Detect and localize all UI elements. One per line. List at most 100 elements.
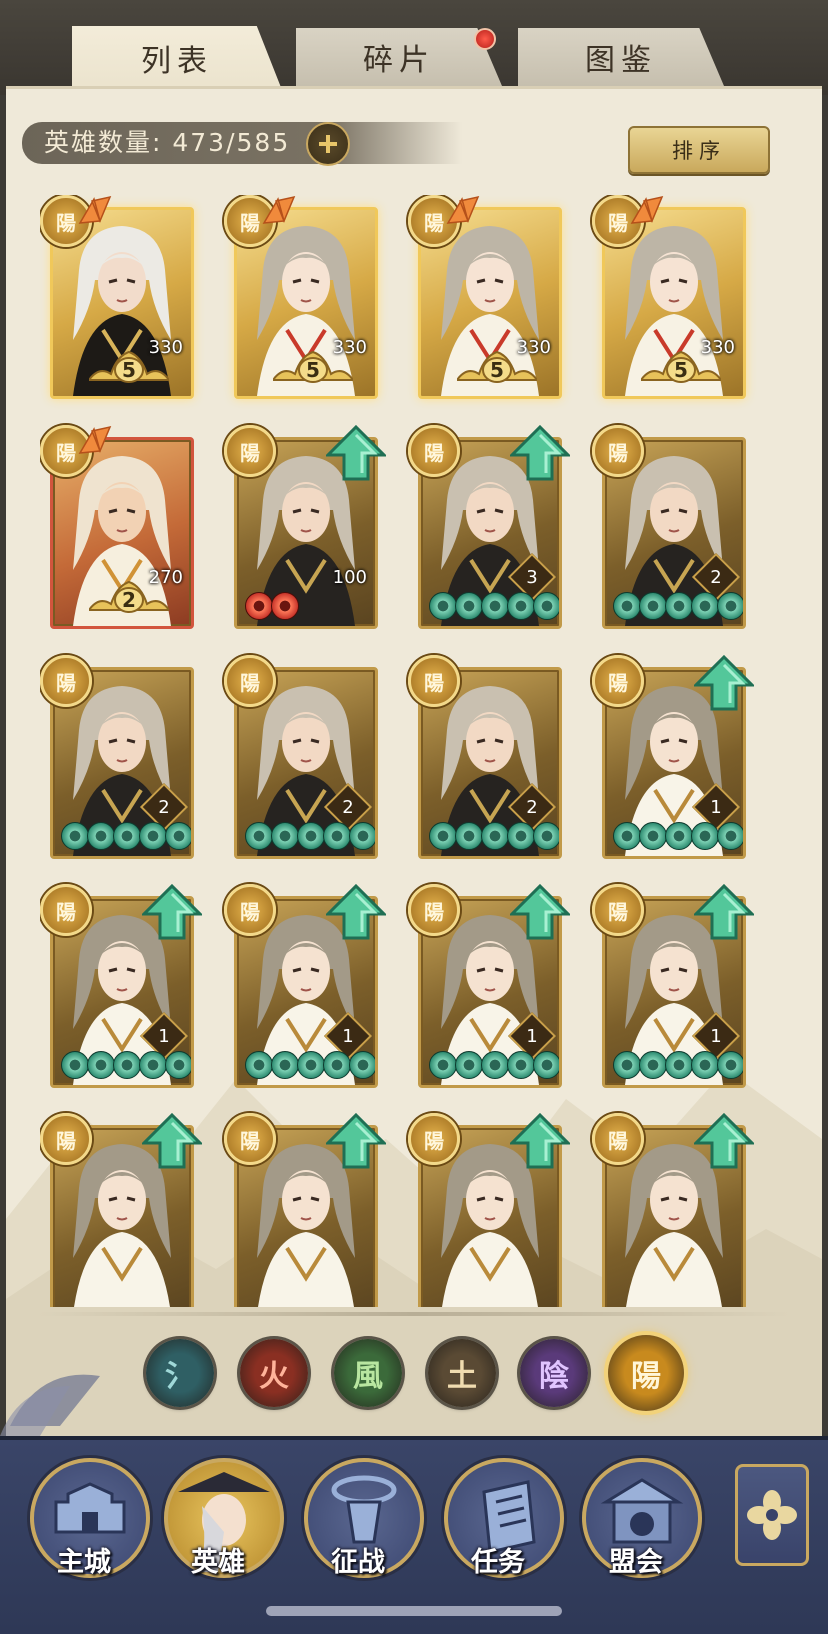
fan-decoration-icon — [0, 1374, 100, 1436]
coin-icon — [533, 592, 559, 620]
hero-card[interactable]: 1陽 — [408, 884, 570, 1088]
star-count: 5 — [674, 358, 688, 382]
yang-element-badge: 陽 — [592, 655, 644, 707]
yang-element-badge: 陽 — [408, 655, 460, 707]
hero-card[interactable]: 5 330 陽 — [224, 195, 378, 399]
rank-number: 2 — [342, 796, 354, 818]
sort-button[interactable]: 排序 — [628, 126, 770, 174]
hero-card[interactable]: 2陽 — [224, 655, 378, 859]
coin-icon — [691, 592, 719, 620]
coin-icon — [639, 1051, 667, 1079]
coin-icon — [139, 822, 167, 850]
rank-number: 1 — [342, 1025, 354, 1047]
coin-icon — [613, 822, 641, 850]
nav-label: 盟会 — [609, 1547, 663, 1578]
hero-card[interactable]: 5 330 陽 — [40, 195, 194, 399]
coin-icon — [271, 822, 299, 850]
star-count: 5 — [122, 358, 136, 382]
awaken-coins — [613, 822, 743, 850]
awaken-coins — [613, 1051, 743, 1079]
yang-element-badge: 陽 — [592, 1113, 644, 1165]
hero-card[interactable]: 1陽 — [592, 655, 754, 859]
coin-icon — [349, 1051, 375, 1079]
rank-number: 1 — [158, 1025, 170, 1047]
coin-icon — [717, 592, 743, 620]
nav-label: 英雄 — [191, 1547, 245, 1578]
coin-icon — [455, 822, 483, 850]
coin-icon — [533, 1051, 559, 1079]
coin-icon — [613, 592, 641, 620]
filter-wind-button[interactable]: 風 — [334, 1339, 402, 1407]
hero-level: 330 — [148, 337, 183, 358]
coin-icon — [455, 1051, 483, 1079]
yang-element-badge: 陽 — [40, 884, 92, 936]
coin-icon — [245, 822, 273, 850]
yang-element-badge: 陽 — [408, 884, 460, 936]
coin-icon — [297, 822, 325, 850]
menu-flower-icon[interactable] — [735, 1464, 809, 1566]
awaken-coins — [429, 822, 559, 850]
tab-codex-label: 图鉴 — [585, 43, 657, 78]
nav-label: 主城 — [57, 1547, 111, 1578]
yang-element-badge: 陽 — [40, 1113, 92, 1165]
hero-card[interactable]: 1陽 — [40, 884, 202, 1088]
hero-card[interactable]: 1陽 — [224, 884, 386, 1088]
yang-element-badge: 陽 — [408, 1113, 460, 1165]
coin-icon — [481, 1051, 509, 1079]
hero-card[interactable]: 陽 — [408, 1113, 570, 1307]
awaken-coins — [429, 1051, 559, 1079]
coin-icon — [87, 822, 115, 850]
hero-card[interactable]: 2 270 陽 — [40, 425, 194, 629]
awaken-coins — [613, 592, 743, 620]
filter-water-button[interactable]: 氵 — [146, 1339, 214, 1407]
hero-card[interactable]: 5 330 陽 — [592, 195, 746, 399]
notification-dot — [474, 28, 496, 50]
hero-card[interactable]: 2陽 — [40, 655, 194, 859]
awaken-coins — [61, 822, 191, 850]
coin-icon — [533, 822, 559, 850]
tab-fragments-label: 碎片 — [363, 43, 435, 78]
coin-icon — [429, 1051, 457, 1079]
filter-fire-button[interactable]: 火 — [240, 1339, 308, 1407]
filter-yang-button[interactable]: 陽 — [608, 1335, 684, 1411]
hero-card[interactable]: 3陽 — [408, 425, 570, 629]
filter-earth-button[interactable]: 土 — [428, 1339, 496, 1407]
rank-number: 2 — [526, 796, 538, 818]
hero-card[interactable]: 陽 — [592, 1113, 754, 1307]
coin-icon — [481, 592, 509, 620]
hero-card[interactable]: 2陽 — [592, 425, 746, 629]
tab-codex[interactable]: 图鉴 — [518, 28, 724, 86]
hero-card[interactable]: 100 陽 — [224, 425, 386, 629]
coin-icon — [665, 1051, 693, 1079]
sort-button-label: 排序 — [672, 139, 726, 163]
hero-level: 100 — [332, 567, 367, 588]
coin-icon — [61, 1051, 89, 1079]
plus-icon[interactable] — [306, 122, 350, 166]
hero-card[interactable]: 1陽 — [592, 884, 754, 1088]
hero-card[interactable]: 陽 — [40, 1113, 202, 1307]
coin-icon — [691, 822, 719, 850]
coin-icon — [245, 1051, 273, 1079]
yang-element-badge: 陽 — [592, 884, 644, 936]
coin-icon — [481, 822, 509, 850]
tab-fragments[interactable]: 碎片 — [296, 28, 502, 86]
coin-icon — [507, 1051, 535, 1079]
awaken-coins — [245, 822, 375, 850]
coin-icon — [113, 822, 141, 850]
coin-icon — [717, 1051, 743, 1079]
hero-card[interactable]: 2陽 — [408, 655, 562, 859]
awaken-coins — [245, 1051, 375, 1079]
home-indicator[interactable] — [266, 1606, 562, 1616]
yang-element-badge: 陽 — [224, 884, 276, 936]
coin-icon — [87, 1051, 115, 1079]
yang-element-badge: 陽 — [40, 655, 92, 707]
coin-icon — [271, 1051, 299, 1079]
coin-icon — [507, 822, 535, 850]
tab-list[interactable]: 列表 — [72, 26, 282, 90]
hero-card[interactable]: 陽 — [224, 1113, 386, 1307]
nav-label: 征战 — [331, 1547, 385, 1578]
hero-level: 330 — [332, 337, 367, 358]
hero-card[interactable]: 5 330 陽 — [408, 195, 562, 399]
filter-yin-button[interactable]: 陰 — [520, 1339, 588, 1407]
coin-icon — [165, 1051, 191, 1079]
